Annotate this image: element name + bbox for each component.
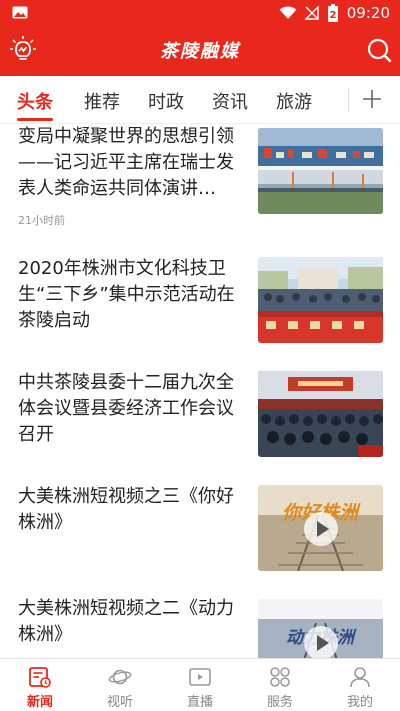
play-icon[interactable] [304,626,338,658]
nav-live[interactable]: 直播 [160,659,240,711]
nav-label: 服务 [266,695,293,710]
video-thumbnail[interactable]: 你好株洲 [258,485,383,571]
active-tab-indicator [17,118,53,121]
news-title: 变局中凝聚世界的思想引领——记习近平主席在瑞士发表人类命运共同体演讲… [18,126,234,199]
news-title: 大美株洲短视频之二《动力株洲》 [18,598,234,645]
nav-audio-video[interactable]: 视听 [80,659,160,711]
tab-travel[interactable]: 旅游 [276,88,312,114]
play-icon[interactable] [304,512,338,546]
no-signal-icon [304,6,319,20]
channel-tabs: 头条 推荐 时政 资讯 旅游 [0,76,400,124]
video-thumbnail[interactable]: 动力株洲 [258,599,383,658]
live-play-icon [189,668,211,686]
tab-politics[interactable]: 时政 [148,88,184,114]
app-brand-title: 茶陵融媒 [160,41,240,62]
news-item[interactable]: 中共茶陵县委十二届九次全体会议暨县委经济工作会议召开 [0,370,400,468]
add-channel-icon[interactable] [360,87,384,111]
news-item[interactable]: 大美株洲短视频之二《动力株洲》 动力株洲 [0,596,400,658]
wifi-icon [279,6,297,19]
nav-label: 我的 [346,695,373,710]
news-item[interactable]: 大美株洲短视频之三《你好株洲》 你好株洲 [0,484,400,584]
news-item[interactable]: 2020年株洲市文化科技卫生“三下乡”集中示范活动在茶陵启动 [0,256,400,354]
nav-label: 直播 [186,695,213,710]
news-time: 21小时前 [18,214,65,227]
gallery-icon [12,6,28,19]
news-title: 大美株洲短视频之三《你好株洲》 [18,486,234,533]
status-bar: 2 09:20 [0,0,400,26]
news-thumbnail [258,128,383,214]
search-icon[interactable] [366,37,392,63]
tabs-divider [348,88,349,112]
nav-label: 新闻 [26,695,53,710]
user-icon [350,667,370,688]
tab-recommended[interactable]: 推荐 [84,88,120,114]
tab-news[interactable]: 资讯 [212,88,248,114]
bottom-nav: 新闻 视听 直播 服务 我的 [0,658,400,711]
battery-level: 2 [329,10,336,21]
news-title: 中共茶陵县委十二届九次全体会议暨县委经济工作会议召开 [18,372,234,445]
planet-icon [108,669,132,685]
news-feed[interactable]: 变局中凝聚世界的思想引领——记习近平主席在瑞士发表人类命运共同体演讲… 21小时… [0,124,400,658]
news-thumbnail [258,257,383,343]
services-grid-icon [270,667,290,687]
nav-profile[interactable]: 我的 [320,659,400,711]
nav-news[interactable]: 新闻 [0,659,80,711]
news-title: 2020年株洲市文化科技卫生“三下乡”集中示范活动在茶陵启动 [18,258,235,331]
tab-headlines[interactable]: 头条 [17,88,53,114]
app-header: 茶陵融媒 [0,26,400,76]
news-icon [29,667,51,688]
battery-icon: 2 [327,4,338,22]
status-time: 09:20 [346,4,390,22]
nav-label: 视听 [106,695,133,710]
news-item[interactable]: 变局中凝聚世界的思想引领——记习近平主席在瑞士发表人类命运共同体演讲… 21小时… [0,124,400,241]
nav-services[interactable]: 服务 [240,659,320,711]
news-thumbnail [258,371,383,457]
